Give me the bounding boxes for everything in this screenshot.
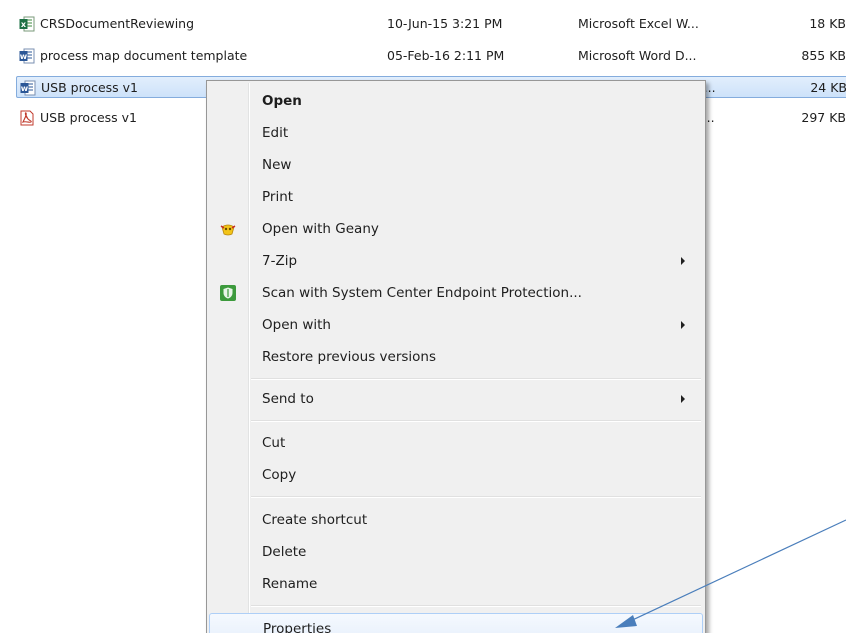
menu-item-delete[interactable]: Delete: [209, 537, 703, 567]
submenu-arrow-icon: [681, 321, 685, 329]
menu-item-open[interactable]: Open: [209, 86, 703, 116]
excel-file-icon: x: [19, 16, 35, 32]
svg-text:w: w: [20, 52, 28, 61]
submenu-arrow-icon: [681, 257, 685, 265]
menu-item-label: Print: [262, 189, 294, 205]
menu-item-open-with-geany[interactable]: Open with Geany: [209, 214, 703, 244]
menu-item-label: Create shortcut: [262, 512, 368, 528]
menu-item-label: Edit: [262, 125, 289, 141]
submenu-arrow-icon: [681, 395, 685, 403]
file-date: 05-Feb-16 2:11 PM: [387, 48, 505, 63]
menu-item-send-to[interactable]: Send to: [209, 384, 703, 414]
menu-item-label: Properties: [263, 621, 332, 633]
file-size: 24 KB: [810, 80, 846, 95]
file-size: 18 KB: [809, 16, 846, 31]
file-name: CRSDocumentReviewing: [40, 16, 195, 31]
svg-text:x: x: [21, 20, 27, 29]
menu-item-label: Open: [262, 93, 302, 109]
menu-item-label: Scan with System Center Endpoint Protect…: [262, 285, 582, 301]
menu-separator: [251, 605, 701, 607]
pdf-file-icon: [20, 110, 34, 126]
geany-icon: [220, 224, 236, 236]
file-size: 297 KB: [801, 110, 846, 125]
menu-item-label: 7-Zip: [262, 253, 298, 269]
menu-item-label: Open with: [262, 317, 331, 333]
file-name: process map document template: [40, 48, 248, 63]
menu-item-label: Delete: [262, 544, 307, 560]
menu-item-edit[interactable]: Edit: [209, 118, 703, 148]
menu-item-copy[interactable]: Copy: [209, 460, 703, 490]
file-date: 10-Jun-15 3:21 PM: [387, 16, 503, 31]
file-name: USB process v1: [40, 110, 137, 125]
menu-item-scan-endpoint-protection[interactable]: Scan with System Center Endpoint Protect…: [209, 278, 703, 308]
menu-item-print[interactable]: Print: [209, 182, 703, 212]
menu-item-create-shortcut[interactable]: Create shortcut: [209, 505, 703, 535]
menu-item-label: Copy: [262, 467, 297, 483]
file-row-process-map-template[interactable]: w process map document template 05-Feb-1…: [16, 45, 846, 67]
menu-item-label: Restore previous versions: [262, 349, 437, 365]
menu-item-new[interactable]: New: [209, 150, 703, 180]
file-type: Microsoft Word D...: [578, 48, 697, 63]
svg-text:w: w: [21, 84, 29, 93]
menu-item-label: New: [262, 157, 292, 173]
menu-item-7-zip[interactable]: 7-Zip: [209, 246, 703, 276]
file-row-crs-document-reviewing[interactable]: x CRSDocumentReviewing 10-Jun-15 3:21 PM…: [16, 13, 846, 35]
word-file-icon: w: [19, 48, 35, 64]
menu-item-open-with[interactable]: Open with: [209, 310, 703, 340]
menu-item-label: Rename: [262, 576, 318, 592]
shield-icon: [220, 285, 236, 301]
menu-item-label: Send to: [262, 391, 314, 407]
menu-separator: [251, 420, 701, 422]
menu-item-rename[interactable]: Rename: [209, 569, 703, 599]
word-file-icon: w: [20, 80, 36, 96]
menu-item-label: Open with Geany: [262, 221, 379, 237]
file-type: Microsoft Excel W...: [578, 16, 699, 31]
context-menu: Open Edit New Print Open with Geany 7-Zi…: [206, 80, 706, 633]
menu-item-cut[interactable]: Cut: [209, 428, 703, 458]
menu-item-restore-previous-versions[interactable]: Restore previous versions: [209, 342, 703, 372]
menu-separator: [251, 496, 701, 498]
file-name: USB process v1: [41, 80, 138, 95]
menu-separator: [251, 378, 701, 380]
menu-item-label: Cut: [262, 435, 286, 451]
menu-item-properties[interactable]: Properties: [209, 613, 703, 633]
file-size: 855 KB: [801, 48, 846, 63]
explorer-window: x CRSDocumentReviewing 10-Jun-15 3:21 PM…: [0, 0, 846, 633]
